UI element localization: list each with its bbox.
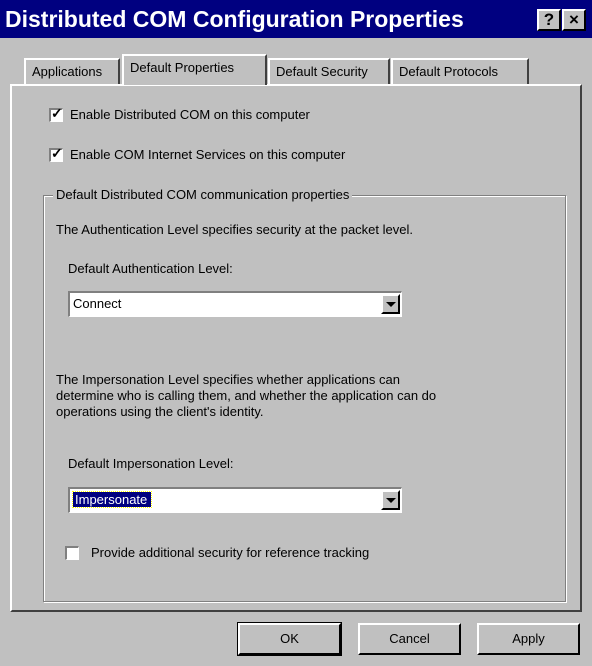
impersonation-description-line1: The Impersonation Level specifies whethe… <box>56 372 400 387</box>
auth-level-select[interactable]: Connect <box>68 291 402 317</box>
chevron-down-icon <box>386 302 396 307</box>
tab-default-security[interactable]: Default Security <box>268 58 390 84</box>
cancel-button[interactable]: Cancel <box>358 623 461 655</box>
tab-default-security-label: Default Security <box>276 64 368 79</box>
enable-dcom-label[interactable]: Enable Distributed COM on this computer <box>70 107 310 122</box>
tab-default-protocols-label: Default Protocols <box>399 64 498 79</box>
window-title: Distributed COM Configuration Properties <box>5 6 464 32</box>
reference-tracking-label[interactable]: Provide additional security for referenc… <box>91 545 369 560</box>
impersonation-level-value: Impersonate <box>71 491 153 508</box>
checkmark-icon: ✓ <box>51 145 63 161</box>
help-icon: ? <box>543 10 555 29</box>
enable-cis-label[interactable]: Enable COM Internet Services on this com… <box>70 147 345 162</box>
tab-default-properties[interactable]: Default Properties <box>122 54 267 85</box>
auth-description: The Authentication Level specifies secur… <box>56 222 413 237</box>
tab-applications-label: Applications <box>32 64 103 79</box>
apply-button-label: Apply <box>512 631 545 646</box>
ok-button-label: OK <box>280 631 299 646</box>
impersonation-level-dropdown-button[interactable] <box>381 490 400 510</box>
close-icon: × <box>569 10 579 29</box>
reference-tracking-checkbox[interactable] <box>65 546 79 560</box>
impersonation-description-line2: determine who is calling them, and wheth… <box>56 388 437 403</box>
close-button[interactable]: × <box>562 9 586 31</box>
ok-button[interactable]: OK <box>237 622 342 656</box>
impersonation-level-label: Default Impersonation Level: <box>68 456 234 471</box>
apply-button[interactable]: Apply <box>477 623 580 655</box>
enable-dcom-checkbox[interactable]: ✓ <box>49 105 63 122</box>
enable-cis-checkbox[interactable]: ✓ <box>49 145 63 162</box>
tab-default-properties-label: Default Properties <box>130 60 235 75</box>
auth-level-dropdown-button[interactable] <box>381 294 400 314</box>
dcom-properties-window: Distributed COM Configuration Properties… <box>0 0 592 666</box>
cancel-button-label: Cancel <box>389 631 430 646</box>
auth-level-value: Connect <box>73 296 122 311</box>
impersonation-description-line3: operations using the client's identity. <box>56 404 264 419</box>
tab-applications[interactable]: Applications <box>24 58 120 84</box>
help-button[interactable]: ? <box>537 9 561 31</box>
chevron-down-icon <box>386 498 396 503</box>
tab-default-protocols[interactable]: Default Protocols <box>391 58 529 84</box>
group-title: Default Distributed COM communication pr… <box>53 187 353 202</box>
impersonation-level-select[interactable]: Impersonate <box>68 487 402 513</box>
auth-level-label: Default Authentication Level: <box>68 261 233 276</box>
checkmark-icon: ✓ <box>51 105 63 121</box>
title-bar[interactable]: Distributed COM Configuration Properties… <box>0 0 592 38</box>
